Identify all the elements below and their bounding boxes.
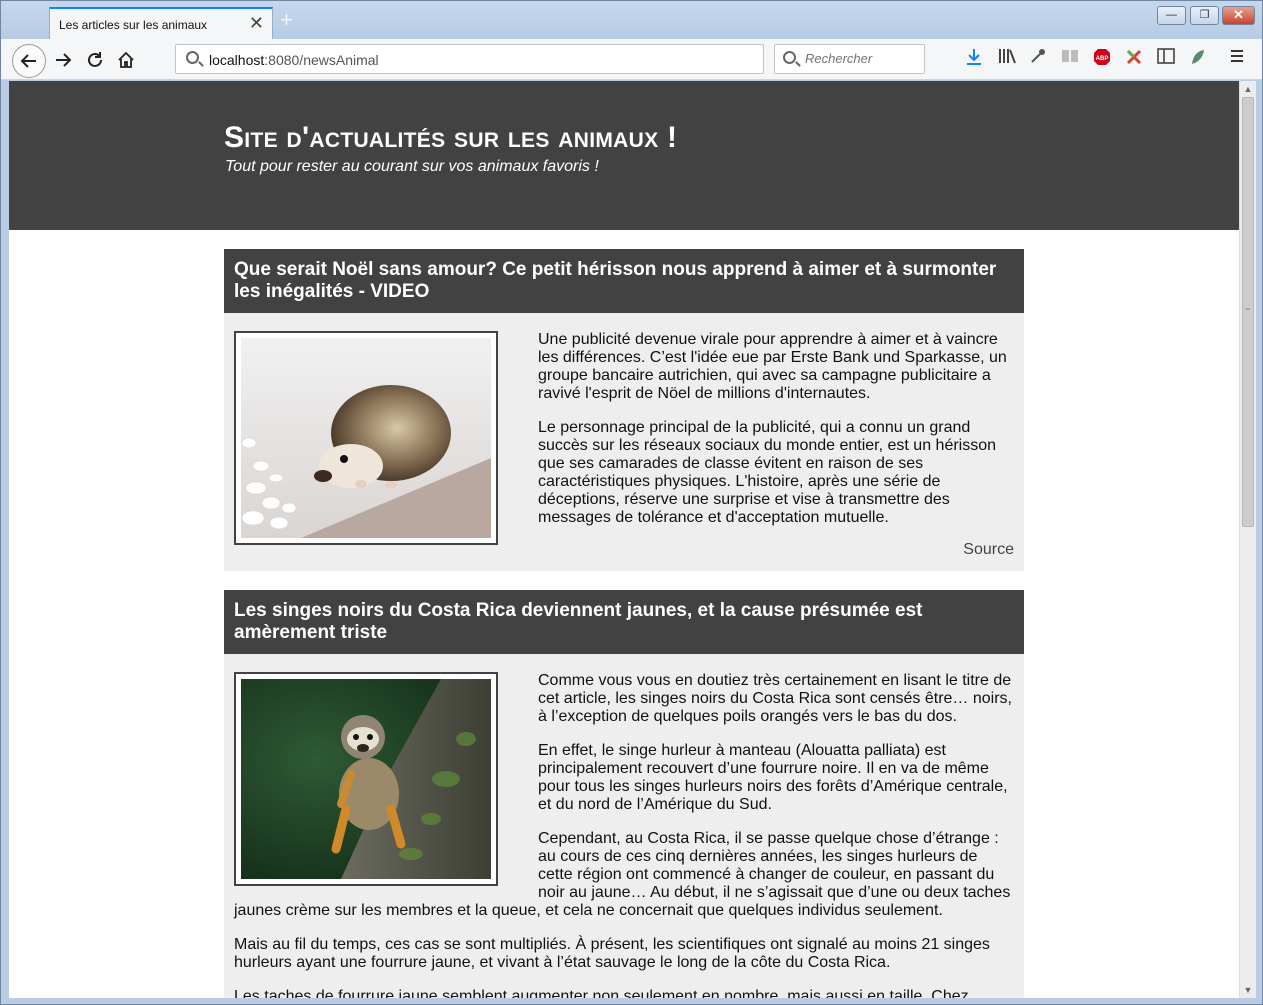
adblock-icon[interactable]: ABP — [1091, 48, 1113, 70]
hedgehog-photo — [241, 338, 491, 538]
squirrel-monkey-photo — [241, 679, 491, 879]
minimize-button[interactable]: — — [1157, 6, 1186, 25]
forward-arrow-icon — [56, 53, 72, 67]
reload-button[interactable] — [80, 45, 110, 75]
close-window-button[interactable]: ✕ — [1222, 6, 1255, 25]
article-body: Une publicité devenue virale pour appren… — [224, 313, 1024, 569]
search-icon — [186, 51, 199, 64]
home-button[interactable] — [111, 45, 141, 75]
reload-icon — [88, 52, 102, 67]
maximize-button[interactable]: ❐ — [1190, 6, 1219, 25]
grip-icon: ═ — [1245, 306, 1250, 313]
article-paragraph: Les taches de fourrure jaune semblent au… — [234, 988, 969, 998]
tab-active[interactable]: Les articles sur les animaux ✕ — [49, 7, 273, 39]
article-title[interactable]: Que serait Noël sans amour? Ce petit hér… — [224, 249, 1024, 313]
tab-close-icon[interactable]: ✕ — [249, 13, 264, 33]
article-image-frame — [234, 331, 498, 545]
menu-icon[interactable] — [1226, 48, 1248, 70]
reader-view-icon[interactable] — [1059, 48, 1081, 70]
article-card: Que serait Noël sans amour? Ce petit hér… — [224, 249, 1024, 571]
browser-window: Les articles sur les animaux ✕ + — ❐ ✕ l… — [0, 0, 1263, 1005]
site-subtitle: Tout pour rester au courant sur vos anim… — [225, 158, 599, 175]
vertical-scrollbar[interactable]: ▲ ═ ▼ — [1239, 81, 1256, 998]
article-title[interactable]: Les singes noirs du Costa Rica deviennen… — [224, 590, 1024, 654]
new-tab-icon[interactable]: + — [280, 9, 293, 31]
article-body: Comme vous vous en doutiez très certaine… — [224, 654, 1024, 998]
tab-strip: Les articles sur les animaux ✕ + — ❐ ✕ — [1, 1, 1262, 39]
svg-text:ABP: ABP — [1096, 56, 1109, 62]
eyedropper-icon[interactable] — [1027, 48, 1049, 70]
back-arrow-icon — [20, 54, 36, 68]
sidebar-icon[interactable] — [1155, 48, 1177, 70]
url-host: localhost — [209, 52, 265, 68]
forward-button[interactable] — [48, 45, 78, 75]
url-text[interactable]: localhost:8080/newsAnimal — [209, 52, 379, 68]
home-icon — [118, 51, 134, 68]
scroll-up-arrow-icon[interactable]: ▲ — [1240, 81, 1256, 97]
tab-title: Les articles sur les animaux — [59, 18, 208, 32]
article-paragraph: Mais au fil du temps, ces cas se sont mu… — [234, 936, 990, 971]
url-path: :8080/newsAnimal — [264, 52, 379, 68]
article-card: Les singes noirs du Costa Rica deviennen… — [224, 590, 1024, 998]
page-viewport: Site d'actualités sur les animaux ! Tout… — [9, 81, 1239, 998]
download-icon[interactable] — [963, 48, 985, 70]
article-image-frame — [234, 672, 498, 886]
navigation-bar: localhost:8080/newsAnimal ABP — [1, 39, 1262, 80]
library-icon[interactable] — [996, 48, 1018, 70]
extension-x-icon[interactable] — [1123, 48, 1145, 70]
url-bar[interactable]: localhost:8080/newsAnimal — [175, 44, 764, 74]
scrollbar-thumb[interactable]: ═ — [1242, 97, 1254, 527]
search-bar[interactable] — [774, 44, 925, 74]
scroll-down-arrow-icon[interactable]: ▼ — [1240, 982, 1256, 998]
back-button[interactable] — [12, 44, 46, 78]
site-title: Site d'actualités sur les animaux ! — [224, 121, 678, 154]
site-header: Site d'actualités sur les animaux ! Tout… — [9, 81, 1239, 230]
search-icon — [783, 51, 796, 64]
extension-leaf-icon[interactable] — [1187, 48, 1209, 70]
search-input[interactable] — [805, 51, 920, 66]
